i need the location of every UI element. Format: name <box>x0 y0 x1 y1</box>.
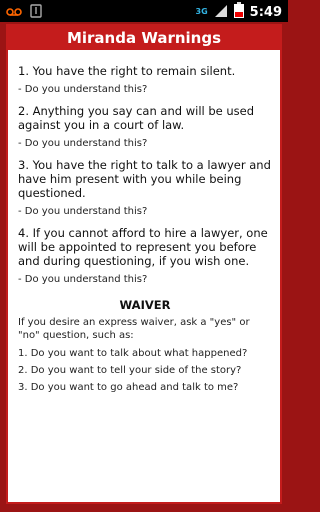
waiver-intro: If you desire an express waiver, ask a "… <box>18 317 250 341</box>
signal-icon <box>214 3 228 22</box>
right-item: 4. If you cannot afford to hire a lawyer… <box>18 226 268 268</box>
content[interactable]: 1. You have the right to remain silent. … <box>8 50 280 394</box>
right-question: - Do you understand this? <box>18 138 148 149</box>
voicemail-icon <box>6 3 22 22</box>
usb-icon <box>30 3 42 22</box>
page-title: Miranda Warnings <box>66 29 222 47</box>
waiver-heading: WAIVER <box>119 298 171 312</box>
battery-icon <box>233 2 244 22</box>
main-panel: Miranda Warnings 1. You have the right t… <box>6 24 282 504</box>
right-item: 1. You have the right to remain silent. <box>18 64 236 78</box>
waiver-question: 3. Do you want to go ahead and talk to m… <box>18 382 239 393</box>
status-bar: 3G 5:49 <box>0 0 288 22</box>
clock: 5:49 <box>249 4 282 20</box>
right-item: 3. You have the right to talk to a lawye… <box>18 158 271 200</box>
right-question: - Do you understand this? <box>18 274 148 285</box>
waiver-question: 2. Do you want to tell your side of the … <box>18 365 242 376</box>
right-question: - Do you understand this? <box>18 84 148 95</box>
waiver-question: 1. Do you want to talk about what happen… <box>18 348 248 359</box>
right-item: 2. Anything you say can and will be used… <box>18 104 255 132</box>
network-type: 3G <box>195 7 208 16</box>
right-question: - Do you understand this? <box>18 206 148 217</box>
title-bar: Miranda Warnings <box>8 26 280 50</box>
